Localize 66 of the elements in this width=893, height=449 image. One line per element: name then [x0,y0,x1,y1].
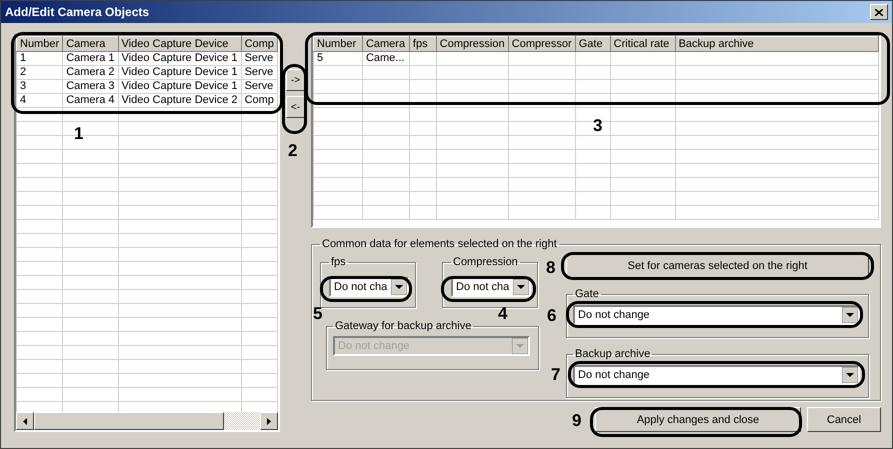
column-header[interactable]: Comp [241,36,278,52]
table-cell: Camera 2 [62,66,118,80]
group-title: Gateway for backup archive [334,320,472,332]
column-header[interactable]: Gate [575,36,610,52]
table-cell: 3 [16,80,63,94]
close-icon [875,8,883,16]
dropdown-arrow-icon [842,367,858,383]
dropdown-arrow-icon [842,307,858,323]
column-header[interactable]: Backup archive [675,36,878,52]
column-header[interactable]: Number [16,36,63,52]
column-header[interactable]: Camera [362,36,410,52]
annotation-number: 9 [572,412,582,429]
group-title: Gate [574,288,600,300]
scroll-right-button[interactable] [260,412,278,430]
table-cell: 4 [16,94,63,108]
annotation-number: 7 [551,366,560,383]
horizontal-scrollbar[interactable] [16,412,278,430]
table-cell: 1 [16,52,63,66]
group-title: fps [330,256,347,268]
annotation-number: 6 [547,307,556,324]
group-title: Compression [452,256,519,268]
table-cell: Video Capture Device 1 [118,66,242,80]
move-button[interactable]: <- [286,96,306,118]
left-arrow-icon [23,418,27,424]
column-header[interactable]: Compression [436,36,508,52]
move-button[interactable]: -> [286,69,306,91]
group-title: Common data for elements selected on the right [321,238,558,250]
table-cell: Video Capture Device 2 [118,94,242,108]
dropdown-arrow-icon [512,338,528,354]
scrollbar-thumb[interactable] [34,412,224,430]
annotation-number: 1 [74,125,84,142]
compression-dropdown[interactable]: Do not cha [451,277,531,297]
column-header[interactable]: fps [409,36,436,52]
table-cell: Video Capture Device 1 [118,52,242,66]
group-title: Backup archive [574,348,652,360]
table-cell: 5 [314,52,362,66]
column-header[interactable]: Video Capture Device [118,36,242,52]
window-title: Add/Edit Camera Objects [5,5,150,19]
scroll-left-button[interactable] [16,412,34,430]
table-cell: Came... [362,52,410,66]
set-button[interactable]: Set for cameras selected on the right [566,254,869,278]
annotation-number: 3 [593,117,602,134]
gate-dropdown[interactable]: Do not change [573,305,860,325]
annotation-number: 8 [546,259,556,276]
table-cell: Comp [241,94,278,108]
annotation-number: 4 [498,305,508,322]
column-header[interactable]: Critical rate [610,36,676,52]
annotation-number: 2 [288,142,298,159]
column-header[interactable]: Compressor [508,36,576,52]
table-cell: Video Capture Device 1 [118,80,242,94]
column-header[interactable]: Number [314,36,362,52]
table-cell: Camera 4 [62,94,118,108]
table-cell: Serve [241,66,278,80]
close-button[interactable] [870,4,888,20]
table-cell: Camera 1 [62,52,118,66]
table-cell: Serve [241,80,278,94]
table-cell: Serve [241,52,278,66]
table-cell: Camera 3 [62,80,118,94]
column-header[interactable]: Camera [62,36,118,52]
backup-archive-dropdown[interactable]: Do not change [573,365,860,385]
cancel-button[interactable]: Cancel [807,407,881,432]
dropdown-arrow-icon [391,279,407,295]
dropdown-arrow-icon [513,279,529,295]
right-arrow-icon [267,418,271,424]
table-cell: 2 [16,66,63,80]
annotation-number: 5 [313,305,322,322]
